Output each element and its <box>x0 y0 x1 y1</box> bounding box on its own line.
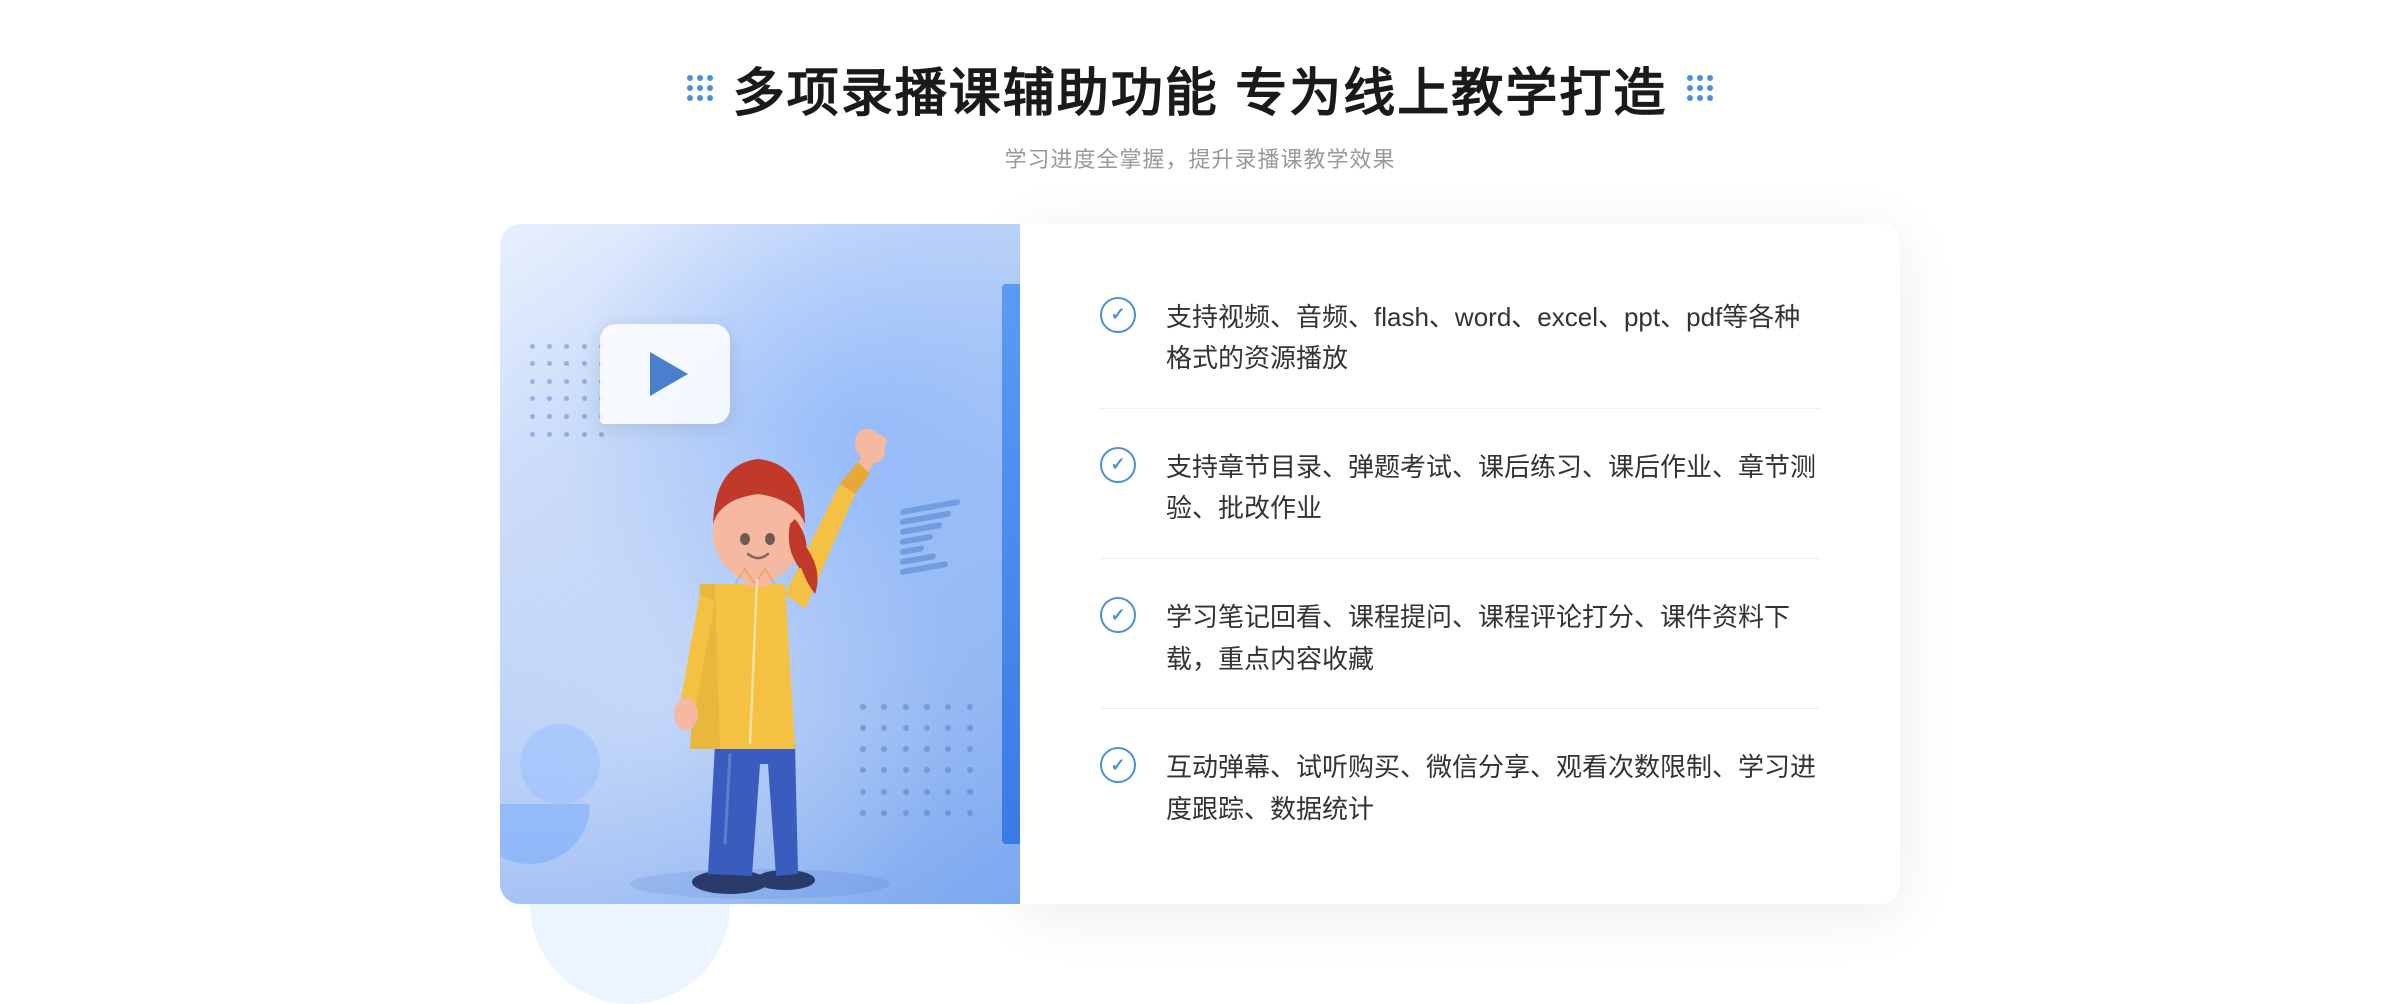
check-circle-1: ✓ <box>1100 297 1136 333</box>
dot-grid-left <box>687 75 713 101</box>
feature-text-4: 互动弹幕、试听购买、微信分享、观看次数限制、学习进度跟踪、数据统计 <box>1166 747 1820 830</box>
check-icon-4: ✓ <box>1110 756 1125 774</box>
feature-text-1: 支持视频、音频、flash、word、excel、ppt、pdf等各种格式的资源… <box>1166 297 1820 380</box>
feature-item-4: ✓ 互动弹幕、试听购买、微信分享、观看次数限制、学习进度跟踪、数据统计 <box>1100 719 1820 858</box>
check-circle-2: ✓ <box>1100 447 1136 483</box>
content-area: » <box>500 224 1900 904</box>
feature-item-1: ✓ 支持视频、音频、flash、word、excel、ppt、pdf等各种格式的… <box>1100 269 1820 409</box>
blue-sidebar-accent <box>1002 284 1020 844</box>
subtitle: 学习进度全掌握，提升录播课教学效果 <box>0 142 2400 174</box>
feature-text-2: 支持章节目录、弹题考试、课后练习、课后作业、章节测验、批改作业 <box>1166 447 1820 530</box>
title-row: 多项录播课辅助功能 专为线上教学打造 <box>0 51 2400 126</box>
dot-grid-right <box>1687 75 1713 101</box>
check-icon-3: ✓ <box>1110 606 1125 624</box>
features-panel: ✓ 支持视频、音频、flash、word、excel、ppt、pdf等各种格式的… <box>1020 224 1900 904</box>
feature-text-3: 学习笔记回看、课程提问、课程评论打分、课件资料下载，重点内容收藏 <box>1166 597 1820 680</box>
page-wrapper: 多项录播课辅助功能 专为线上教学打造 学习进度全掌握，提升录播课教学效果 » <box>0 11 2400 964</box>
check-icon-1: ✓ <box>1110 305 1125 323</box>
feature-item-3: ✓ 学习笔记回看、课程提问、课程评论打分、课件资料下载，重点内容收藏 <box>1100 569 1820 709</box>
circle-decoration <box>520 724 600 804</box>
illustration-card <box>500 224 1020 904</box>
check-icon-2: ✓ <box>1110 455 1125 473</box>
feature-item-2: ✓ 支持章节目录、弹题考试、课后练习、课后作业、章节测验、批改作业 <box>1100 419 1820 559</box>
header-section: 多项录播课辅助功能 专为线上教学打造 学习进度全掌握，提升录播课教学效果 <box>0 51 2400 174</box>
person-illustration <box>600 384 920 904</box>
check-circle-4: ✓ <box>1100 747 1136 783</box>
dots-pattern-left <box>530 344 610 444</box>
semicircle-decoration <box>500 804 590 864</box>
main-title: 多项录播课辅助功能 专为线上教学打造 <box>733 51 1667 126</box>
check-circle-3: ✓ <box>1100 597 1136 633</box>
